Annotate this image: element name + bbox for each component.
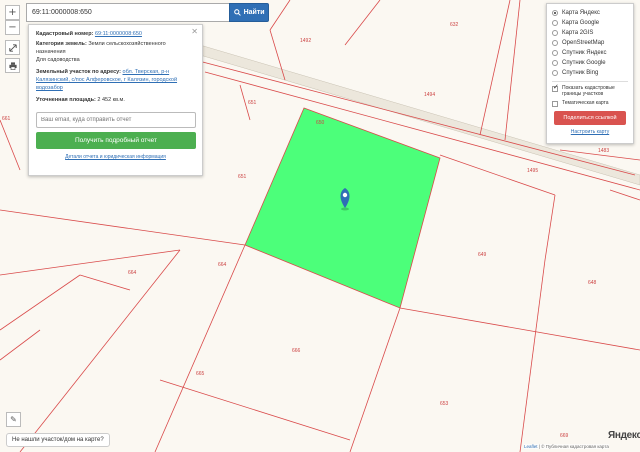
fullscreen-button[interactable]	[5, 40, 20, 55]
zoom-out-button[interactable]: −	[5, 20, 20, 35]
close-icon[interactable]: ✕	[191, 27, 198, 36]
address-row: Земельный участок по адресу: обл. Тверск…	[36, 68, 195, 92]
layer-option[interactable]: Спутник Яндекс	[552, 48, 628, 58]
search-input[interactable]	[26, 3, 230, 22]
thematic-map-option[interactable]: Тематическая карта	[552, 100, 628, 107]
cadastral-number-row: Кадастровый номер: 69:11:0000008:650	[36, 30, 195, 38]
parcel-number-label: 664	[128, 270, 137, 276]
expand-icon	[8, 43, 17, 52]
layer-option[interactable]: Карта Яндекс	[552, 8, 628, 18]
plus-icon: +	[8, 7, 17, 18]
pencil-icon: ✎	[10, 415, 17, 424]
leaflet-link[interactable]: Leaflet	[524, 444, 538, 449]
layers-divider	[552, 81, 628, 82]
get-report-button[interactable]: Получить подробный отчет	[36, 132, 196, 149]
parcel-info-panel: ✕ Кадастровый номер: 69:11:0000008:650 К…	[28, 24, 203, 176]
layer-radio[interactable]	[552, 30, 558, 36]
parcel-number-label: 649	[478, 252, 487, 258]
cadastral-number-key: Кадастровый номер:	[36, 31, 94, 37]
layer-radio[interactable]	[552, 50, 558, 56]
yandex-logo: Яндекс	[608, 430, 640, 441]
layer-label: OpenStreetMap	[562, 40, 605, 46]
share-link-button[interactable]: Поделиться ссылкой	[554, 111, 626, 125]
parcel-number-label: 665	[196, 371, 205, 377]
email-input[interactable]	[36, 112, 196, 128]
minus-icon: −	[8, 22, 17, 33]
parcel-number-label: 666	[292, 348, 301, 354]
layer-label: Спутник Google	[562, 60, 606, 66]
show-boundaries-checkbox[interactable]	[552, 84, 559, 92]
parcel-number-label: 650	[316, 120, 325, 126]
layer-label: Спутник Bing	[562, 70, 599, 76]
search-bar: Найти	[26, 3, 269, 22]
area-row: Уточненная площадь: 2 452 кв.м.	[36, 96, 195, 104]
parcel-number-label: 632	[450, 22, 459, 28]
draw-button[interactable]: ✎	[6, 412, 21, 427]
show-boundaries-label: Показать кадастровые границы участков	[562, 85, 615, 97]
layer-option[interactable]: Карта 2GIS	[552, 28, 628, 38]
layer-label: Карта Яндекс	[562, 10, 600, 16]
address-key: Земельный участок по адресу:	[36, 69, 121, 75]
parcel-number-label: 651	[238, 174, 247, 180]
search-button-label: Найти	[243, 9, 265, 16]
parcel-number-label: 1494	[424, 92, 435, 98]
land-category-key: Категория земель:	[36, 41, 87, 47]
layer-radio[interactable]	[552, 60, 558, 66]
layer-radio[interactable]	[552, 70, 558, 76]
setup-map-link[interactable]: Настроить карту	[552, 129, 628, 135]
parcel-number-label: 661	[2, 116, 11, 122]
layer-option[interactable]: OpenStreetMap	[552, 38, 628, 48]
search-button[interactable]: Найти	[229, 3, 269, 22]
layer-option[interactable]: Карта Google	[552, 18, 628, 28]
parcel-number-label: 648	[588, 280, 597, 286]
parcel-number-label: 1492	[300, 38, 311, 44]
area-key: Уточненная площадь:	[36, 97, 96, 103]
parcel-number-label: 1495	[527, 168, 538, 174]
map-attribution: Leaflet | © Публичная кадастровая карта	[524, 444, 609, 449]
parcel-number-label: 1483	[598, 148, 609, 154]
search-icon	[233, 9, 241, 16]
land-use-value: Для садоводства	[36, 57, 80, 63]
parcel-number-label: 653	[440, 401, 449, 407]
thematic-map-checkbox[interactable]	[552, 101, 558, 107]
layer-radio[interactable]	[552, 20, 558, 26]
parcel-number-label: 664	[218, 262, 227, 268]
cadastral-number-link[interactable]: 69:11:0000008:650	[95, 31, 142, 37]
printer-icon	[8, 61, 17, 70]
details-link[interactable]: Детали отчета и юридическая информация	[36, 154, 195, 160]
attribution-text: | © Публичная кадастровая карта	[537, 444, 609, 449]
parcel-number-label: 651	[248, 100, 257, 106]
print-button[interactable]	[5, 58, 20, 73]
layer-option[interactable]: Спутник Google	[552, 58, 628, 68]
map-layers-panel: Карта Яндекс Карта Google Карта 2GIS OpenSt…	[546, 3, 634, 144]
parcel-number-label: 669	[560, 433, 569, 439]
layer-label: Карта Google	[562, 20, 600, 26]
not-found-button[interactable]: Не нашли участок/дом на карте?	[6, 433, 110, 447]
layer-radio[interactable]	[552, 10, 558, 16]
show-boundaries-option[interactable]: Показать кадастровые границы участков	[552, 84, 628, 97]
layer-list: Карта Яндекс Карта Google Карта 2GIS OpenSt…	[552, 8, 628, 78]
layer-label: Спутник Яндекс	[562, 50, 607, 56]
layer-label: Карта 2GIS	[562, 30, 594, 36]
layer-radio[interactable]	[552, 40, 558, 46]
layer-option[interactable]: Спутник Bing	[552, 68, 628, 78]
thematic-map-label: Тематическая карта	[562, 100, 609, 106]
area-value: 2 452 кв.м.	[97, 97, 125, 103]
land-category-row: Категория земель: Земли сельскохозяйстве…	[36, 40, 195, 64]
zoom-in-button[interactable]: +	[5, 5, 20, 20]
